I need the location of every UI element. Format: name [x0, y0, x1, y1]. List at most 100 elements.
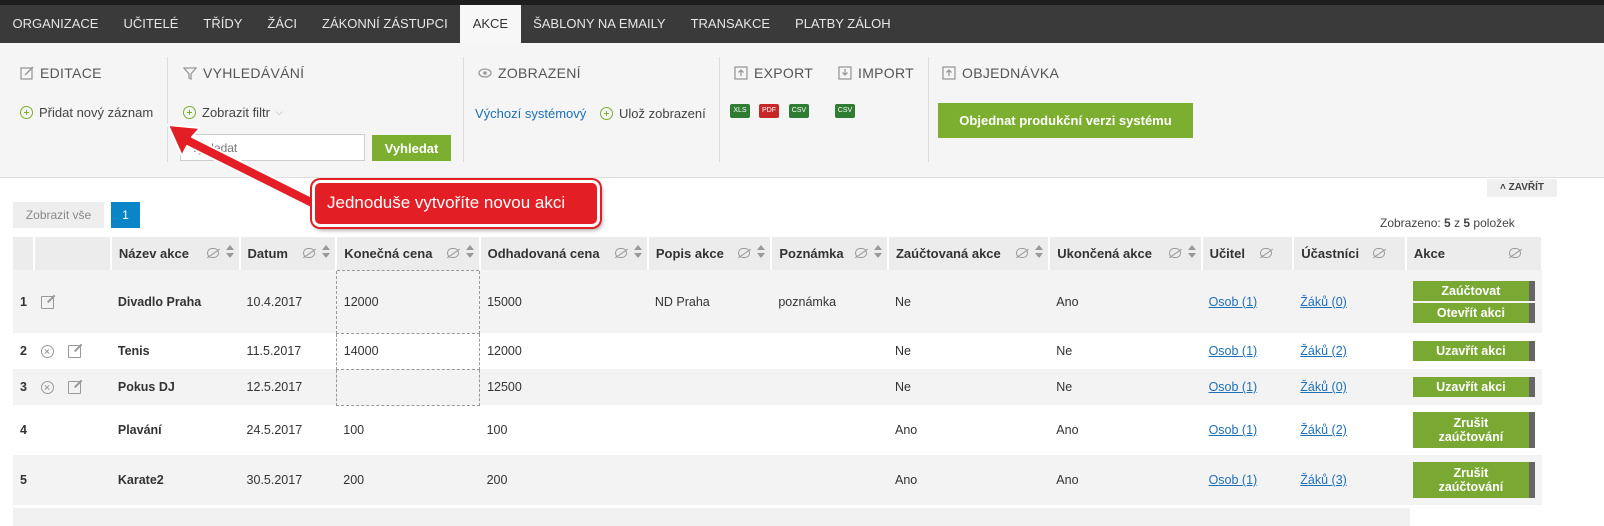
col-icons: [33, 237, 112, 270]
save-view-button[interactable]: Ulož zobrazení: [600, 106, 706, 121]
delete-icon[interactable]: [40, 345, 54, 359]
search-button[interactable]: Vyhledat: [372, 135, 451, 161]
cell-est-price: 15000: [479, 270, 648, 333]
row-icons: [33, 405, 111, 455]
divider: [928, 57, 929, 162]
tab-organizace[interactable]: ORGANIZACE: [0, 5, 111, 43]
cell-final-price: 200: [336, 455, 480, 505]
col-date-header[interactable]: Datum: [239, 237, 338, 270]
cell-booked: Ano: [887, 405, 1050, 455]
col-ended-header[interactable]: Ukončená akce: [1049, 237, 1203, 270]
tab-ucitele[interactable]: UČITELÉ: [111, 5, 191, 43]
col-note-header[interactable]: Poznámka: [771, 237, 889, 270]
cell-teacher: Osob (1): [1201, 270, 1294, 333]
table-row: 1 Divadlo Praha 10.4.2017 12000 15000 ND…: [13, 269, 1542, 334]
xls-export-icon[interactable]: XLS: [730, 104, 750, 118]
participants-link[interactable]: Žáků (0): [1300, 380, 1347, 394]
close-event-button[interactable]: Uzavřít akci: [1412, 341, 1535, 361]
cell-actions: Zrušit zaúčtování: [1405, 405, 1542, 455]
toolbar-panel: EDITACE Přidat nový záznam VYHLEDÁVÁNÍ Z…: [0, 43, 1604, 178]
cell-desc: [647, 333, 772, 369]
teacher-link[interactable]: Osob (1): [1209, 473, 1258, 487]
cell-actions: Uzavřít akci: [1405, 369, 1542, 405]
edit-icon[interactable]: [67, 345, 81, 359]
cell-actions: Uzavřít akci: [1405, 333, 1542, 369]
tab-tridy[interactable]: TŘÍDY: [191, 5, 255, 43]
search-input[interactable]: [180, 134, 365, 161]
csv-export-icon[interactable]: CSV: [789, 104, 809, 118]
filter-icon: [183, 67, 197, 80]
close-panel-button[interactable]: ˄ ZAVŘÍT: [1487, 179, 1557, 197]
show-filter-button[interactable]: Zobrazit filtr ⌵: [183, 105, 283, 120]
participants-link[interactable]: Žáků (0): [1300, 295, 1347, 309]
events-table: Název akce Datum Konečná cena Odhadovaná…: [13, 237, 1544, 505]
col-est-price-header[interactable]: Odhadovaná cena: [479, 237, 649, 270]
teacher-link[interactable]: Osob (1): [1209, 295, 1258, 309]
cell-desc: [647, 455, 772, 505]
sort-icon: [225, 245, 234, 258]
cell-date: 24.5.2017: [239, 405, 337, 455]
cell-note: [771, 405, 888, 455]
cell-final-price[interactable]: [335, 368, 481, 406]
cell-final-price[interactable]: 14000: [335, 332, 481, 370]
cell-participants: Žáků (2): [1293, 333, 1406, 369]
tab-zaci[interactable]: ŽÁCI: [255, 5, 310, 43]
count-suffix: položek: [1470, 216, 1515, 230]
cell-desc: [647, 405, 772, 455]
participants-link[interactable]: Žáků (3): [1300, 473, 1347, 487]
teacher-link[interactable]: Osob (1): [1209, 380, 1258, 394]
cell-teacher: Osob (1): [1201, 369, 1294, 405]
cell-date: 11.5.2017: [239, 333, 337, 369]
row-number: 4: [13, 405, 34, 455]
default-view-link[interactable]: Výchozí systémový: [475, 106, 586, 121]
order-production-button[interactable]: Objednat produkční verzi systému: [938, 103, 1193, 138]
cell-final-price: 100: [336, 405, 480, 455]
cell-final-price[interactable]: 12000: [335, 269, 481, 334]
col-name-header[interactable]: Název akce: [110, 237, 241, 270]
book-button[interactable]: Zaúčtovat: [1412, 280, 1535, 301]
col-final-price-header[interactable]: Konečná cena: [336, 237, 481, 270]
table-footer: [13, 508, 1410, 526]
pdf-export-icon[interactable]: PDF: [759, 104, 779, 118]
cancel-booking-button[interactable]: Zrušit zaúčtování: [1412, 412, 1535, 448]
add-record-button[interactable]: Přidat nový záznam: [20, 105, 153, 120]
hide-column-icon: [446, 248, 459, 258]
records-count: Zobrazeno: 5 z 5 položek: [1380, 216, 1515, 230]
edit-icon[interactable]: [67, 381, 81, 395]
show-filter-label: Zobrazit filtr: [202, 105, 270, 120]
close-event-button[interactable]: Uzavřít akci: [1412, 377, 1535, 397]
edit-icon[interactable]: [40, 295, 54, 309]
cancel-booking-button[interactable]: Zrušit zaúčtování: [1412, 462, 1535, 498]
plus-circle-icon: [183, 106, 196, 119]
participants-link[interactable]: Žáků (2): [1300, 344, 1347, 358]
teacher-link[interactable]: Osob (1): [1209, 344, 1258, 358]
cell-actions: Zaúčtovat Otevřít akci: [1405, 270, 1542, 333]
col-booked-header[interactable]: Zaúčtovaná akce: [887, 237, 1051, 270]
show-all-button[interactable]: Zobrazit vše: [13, 202, 104, 228]
import-title: IMPORT: [858, 65, 914, 81]
col-desc-header[interactable]: Popis akce: [647, 237, 773, 270]
cell-ended: Ano: [1049, 270, 1202, 333]
tab-zakonni-zastupci[interactable]: ZÁKONNÍ ZÁSTUPCI: [310, 5, 461, 43]
open-event-button[interactable]: Otevřít akci: [1412, 302, 1535, 323]
tab-transakce[interactable]: TRANSAKCE: [678, 5, 782, 43]
teacher-link[interactable]: Osob (1): [1209, 423, 1258, 437]
col-actions-header[interactable]: Akce: [1405, 237, 1544, 270]
sort-icon: [1187, 245, 1196, 258]
cell-note: [771, 369, 888, 405]
csv-import-icon[interactable]: CSV: [835, 104, 855, 118]
tab-platby-zaloh[interactable]: PLATBY ZÁLOH: [783, 5, 904, 43]
page-button-1[interactable]: 1: [111, 202, 140, 228]
divider: [463, 57, 464, 162]
chevron-up-icon: ˄: [1500, 182, 1506, 193]
tab-sablony-na-emaily[interactable]: ŠABLONY NA EMAILY: [521, 5, 678, 43]
sort-icon: [1035, 245, 1044, 258]
import-icon: [838, 66, 852, 80]
col-participants-header[interactable]: Účastníci: [1293, 237, 1407, 270]
cell-ended: Ano: [1049, 455, 1202, 505]
col-teacher-header[interactable]: Učitel: [1201, 237, 1295, 270]
cell-ended: Ano: [1049, 405, 1202, 455]
tab-akce[interactable]: AKCE: [460, 5, 521, 43]
participants-link[interactable]: Žáků (2): [1300, 423, 1347, 437]
delete-icon[interactable]: [40, 381, 54, 395]
